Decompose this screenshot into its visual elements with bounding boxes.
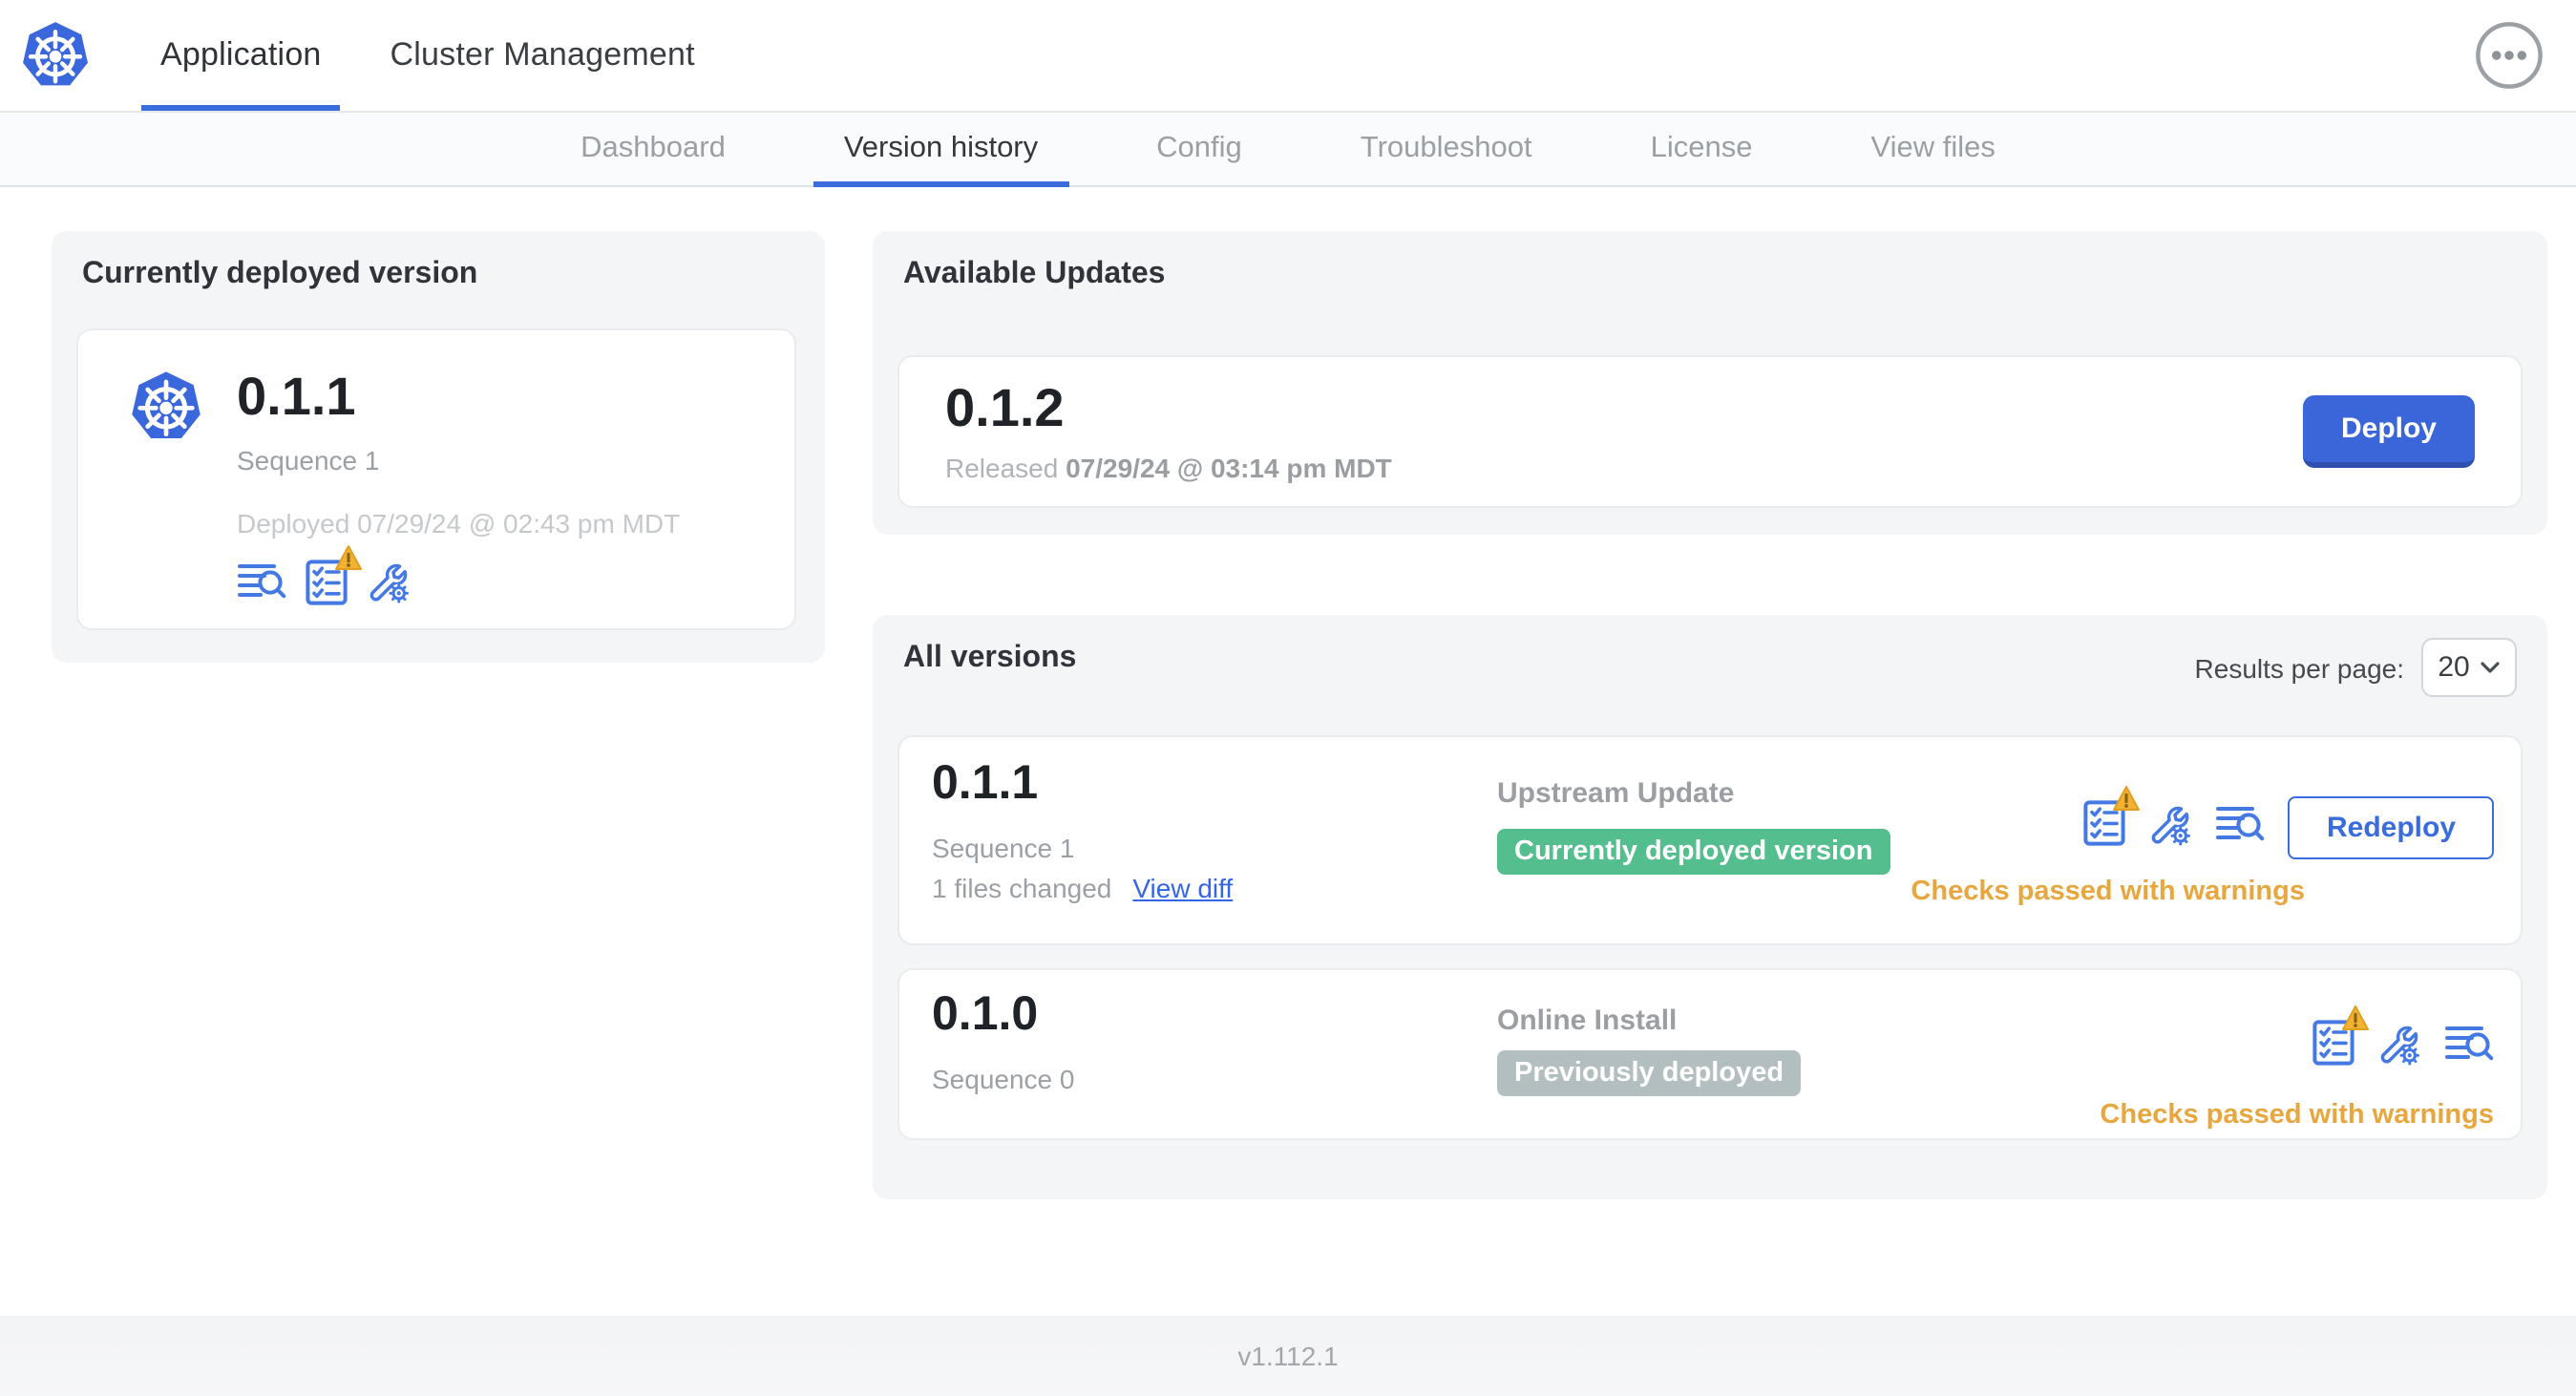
files-changed-label: 1 files changed: [932, 873, 1112, 903]
row-actions: Redeploy: [2084, 786, 2494, 859]
tab-version-history[interactable]: Version history: [813, 111, 1068, 187]
update-details: 0.1.2 Released 07/29/24 @ 03:14 pm MDT: [945, 377, 1392, 484]
tab-config-label: Config: [1156, 131, 1242, 163]
tab-cluster-management-label: Cluster Management: [390, 36, 695, 73]
tab-dashboard-label: Dashboard: [581, 131, 726, 163]
deploy-logs-icon[interactable]: [2216, 801, 2266, 845]
preflight-checks-icon[interactable]: [306, 544, 362, 605]
page-footer: v1.112.1: [0, 1316, 2576, 1396]
update-version-number: 0.1.2: [945, 377, 1065, 437]
app-logo-icon: [128, 369, 204, 445]
deployed-version-box: 0.1.1 Sequence 1 Deployed 07/29/24 @ 02:…: [76, 328, 796, 630]
update-released-timestamp: Released 07/29/24 @ 03:14 pm MDT: [945, 454, 1392, 484]
row-source-label: Upstream Update: [1497, 777, 1735, 810]
deploy-logs-icon[interactable]: [2444, 1021, 2494, 1065]
deployed-version-number: 0.1.1: [237, 367, 356, 426]
row-files-changed: 1 files changed View diff: [932, 873, 1233, 903]
row-version-number: 0.1.0: [932, 987, 1039, 1041]
deployed-version-details: 0.1.1 Sequence 1 Deployed 07/29/24 @ 02:…: [237, 367, 681, 628]
tab-application[interactable]: Application: [126, 0, 356, 111]
edit-config-icon[interactable]: [2149, 801, 2193, 845]
checks-status[interactable]: Checks passed with warnings: [2100, 1100, 2494, 1131]
primary-tabs: Application Cluster Management: [126, 0, 729, 111]
deploy-button[interactable]: Deploy: [2302, 395, 2475, 468]
chevron-down-icon: [2481, 662, 2501, 673]
kubernetes-logo-icon: [19, 19, 92, 92]
row-actions: [2312, 1005, 2494, 1075]
console-version-label: v1.112.1: [1237, 1341, 1339, 1371]
tab-view-files-label: View files: [1870, 131, 1995, 163]
checks-status[interactable]: Checks passed with warnings: [1911, 877, 2305, 907]
available-updates-title: Available Updates: [903, 258, 1166, 290]
tab-cluster-management[interactable]: Cluster Management: [356, 0, 729, 111]
deploy-logs-icon[interactable]: [237, 561, 286, 604]
previously-deployed-badge: Previously deployed: [1497, 1050, 1802, 1096]
currently-deployed-title: Currently deployed version: [82, 258, 478, 290]
tab-application-label: Application: [160, 36, 322, 73]
row-source-label: Online Install: [1497, 1005, 1678, 1037]
tab-config[interactable]: Config: [1126, 111, 1273, 185]
results-per-page-label: Results per page:: [2194, 652, 2404, 683]
all-versions-card: All versions Results per page: 20 0.1.1 …: [873, 615, 2547, 1199]
view-diff-link[interactable]: View diff: [1132, 873, 1233, 903]
results-per-page-value: 20: [2438, 651, 2470, 684]
results-per-page: Results per page: 20: [2195, 638, 2517, 697]
app-root: Application Cluster Management Dashboard…: [0, 0, 2576, 1396]
tab-view-files[interactable]: View files: [1840, 111, 2025, 185]
preflight-checks-icon[interactable]: [2312, 1005, 2369, 1066]
tab-license[interactable]: License: [1620, 111, 1784, 185]
tab-troubleshoot-label: Troubleshoot: [1360, 131, 1532, 163]
released-date: 07/29/24 @ 03:14 pm MDT: [1066, 453, 1392, 484]
row-sequence-label: Sequence 0: [932, 1064, 1075, 1094]
kubernetes-logo-icon: [132, 371, 201, 439]
warning-triangle-icon: [2342, 1005, 2369, 1030]
redeploy-button[interactable]: Redeploy: [2288, 796, 2494, 859]
tab-license-label: License: [1650, 131, 1753, 163]
preflight-checks-icon[interactable]: [2084, 786, 2141, 846]
kubernetes-logo-icon: [23, 22, 88, 86]
top-header: Application Cluster Management: [0, 0, 2576, 113]
tab-version-history-label: Version history: [843, 131, 1039, 163]
deployed-version-actions: [237, 544, 680, 615]
update-row: 0.1.2 Released 07/29/24 @ 03:14 pm MDT D…: [897, 355, 2523, 508]
version-row-0-1-0: 0.1.0 Sequence 0 Online Install Previous…: [897, 968, 2523, 1140]
currently-deployed-badge: Currently deployed version: [1497, 829, 1890, 875]
deployed-timestamp: Deployed 07/29/24 @ 02:43 pm MDT: [237, 507, 681, 539]
deployed-sequence-label: Sequence 1: [237, 444, 380, 476]
edit-config-icon[interactable]: [2377, 1021, 2421, 1065]
app-subnav: Dashboard Version history Config Trouble…: [0, 111, 2576, 187]
main-content: Currently deployed version 0.1.1 Sequenc…: [0, 185, 2576, 1316]
warning-triangle-icon: [335, 544, 362, 570]
row-sequence-label: Sequence 1: [932, 833, 1075, 863]
overflow-menu-button[interactable]: [2473, 19, 2545, 92]
currently-deployed-card: Currently deployed version 0.1.1 Sequenc…: [52, 231, 825, 663]
tab-troubleshoot[interactable]: Troubleshoot: [1330, 111, 1563, 185]
released-prefix: Released: [945, 453, 1059, 484]
edit-config-icon[interactable]: [367, 561, 411, 604]
version-row-0-1-1: 0.1.1 Sequence 1 1 files changed View di…: [897, 735, 2523, 945]
results-per-page-select[interactable]: 20: [2421, 638, 2517, 697]
tab-dashboard[interactable]: Dashboard: [550, 111, 756, 185]
all-versions-title: All versions: [903, 642, 1077, 674]
row-version-number: 0.1.1: [932, 756, 1039, 810]
available-updates-card: Available Updates 0.1.2 Released 07/29/2…: [873, 231, 2547, 535]
warning-triangle-icon: [2113, 786, 2141, 811]
ellipsis-circle-icon: [2476, 22, 2543, 89]
